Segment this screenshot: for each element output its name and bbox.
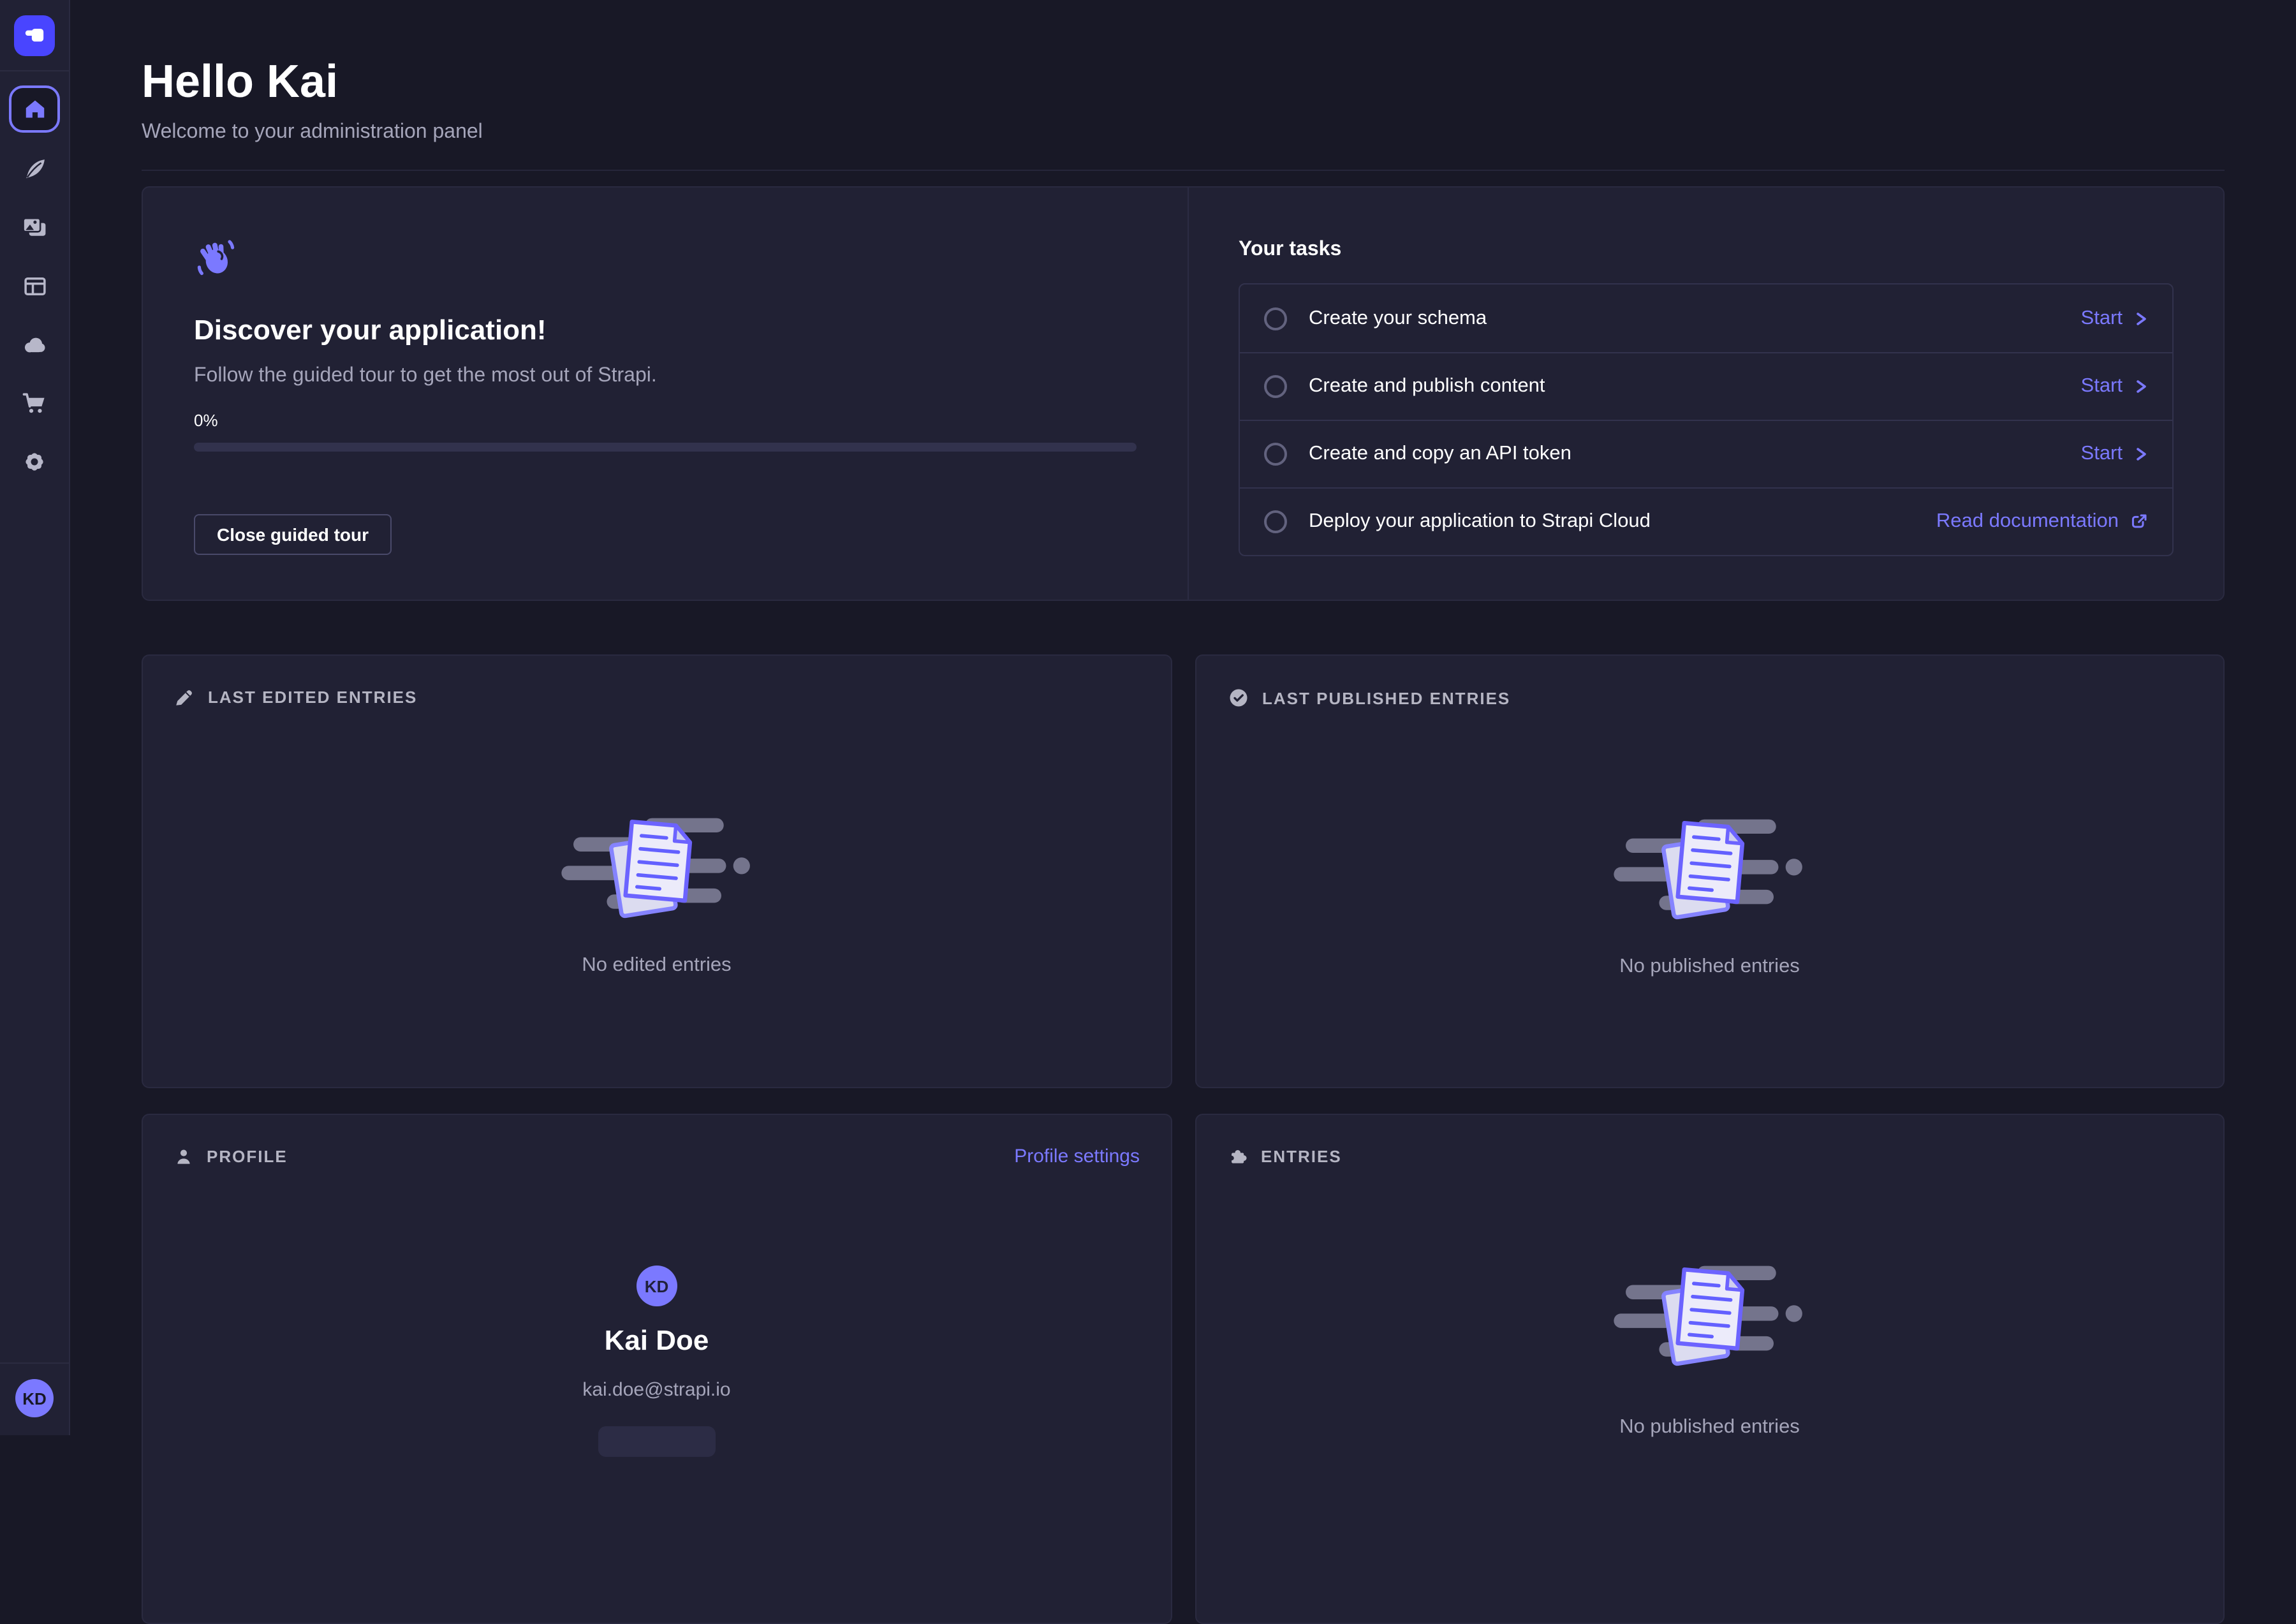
last-published-entries-widget: LAST PUBLISHED ENTRIES No published entr…	[1195, 654, 2225, 1088]
progress-bar	[194, 443, 1137, 452]
empty-documents-illustration	[561, 805, 753, 934]
task-row: Create and publish content Start	[1240, 352, 2172, 420]
task-label: Create and publish content	[1309, 375, 1545, 398]
home-icon	[22, 97, 47, 121]
empty-state-text: No edited entries	[582, 954, 731, 977]
puzzle-icon	[1226, 1146, 1248, 1167]
task-row: Deploy your application to Strapi Cloud …	[1240, 487, 2172, 555]
pencil-icon	[173, 686, 195, 708]
task-row: Create and copy an API token Start	[1240, 420, 2172, 487]
widget-title: LAST PUBLISHED ENTRIES	[1262, 688, 1510, 707]
sidebar-item-content-type-builder[interactable]	[20, 272, 48, 300]
strapi-logo-icon[interactable]	[14, 15, 55, 55]
empty-documents-illustration	[1614, 806, 1806, 935]
widget-title: ENTRIES	[1261, 1147, 1342, 1166]
guided-tour-subtitle: Follow the guided tour to get the most o…	[194, 364, 1137, 388]
logo-container	[0, 0, 69, 71]
chevron-right-icon	[2134, 311, 2148, 326]
widgets-row: PROFILE Profile settings KD Kai Doe kai.…	[142, 1114, 2225, 1624]
external-link-icon	[2130, 513, 2148, 531]
tasks-list: Create your schema Start Create and publ…	[1239, 283, 2174, 556]
waving-hand-icon	[194, 236, 237, 279]
cloud-icon	[20, 330, 48, 359]
page-header: Hello Kai Welcome to your administration…	[142, 0, 2225, 171]
main-content: Hello Kai Welcome to your administration…	[70, 0, 2296, 1435]
sidebar-item-cloud[interactable]	[20, 330, 48, 358]
sidebar-nav	[0, 71, 69, 476]
progress-label: 0%	[194, 411, 1137, 431]
feather-icon	[21, 155, 48, 182]
close-guided-tour-button[interactable]: Close guided tour	[194, 514, 392, 555]
images-icon	[20, 213, 48, 241]
empty-state-text: No published entries	[1619, 1416, 1800, 1439]
profile-role-badge	[598, 1426, 716, 1457]
chevron-right-icon	[2134, 379, 2148, 394]
guided-tour-pane: Discover your application! Follow the gu…	[143, 188, 1188, 600]
widget-title: PROFILE	[207, 1147, 288, 1166]
task-label: Create your schema	[1309, 307, 1487, 330]
your-tasks-pane: Your tasks Create your schema Start Crea…	[1188, 188, 2223, 600]
check-circle-icon	[1226, 686, 1249, 709]
tasks-title: Your tasks	[1239, 239, 2174, 262]
strapi-admin-dashboard: KD Hello Kai Welcome to your administrat…	[0, 0, 2296, 1435]
profile-name: Kai Doe	[605, 1324, 709, 1357]
gear-icon	[20, 448, 48, 476]
widgets-row: LAST EDITED ENTRIES No edited entries LA…	[142, 654, 2225, 1088]
sidebar-item-marketplace[interactable]	[20, 389, 48, 417]
sidebar: KD	[0, 0, 70, 1435]
task-status-circle-icon	[1264, 375, 1287, 398]
task-status-circle-icon	[1264, 307, 1287, 330]
page-title: Hello Kai	[142, 56, 2225, 107]
widget-title: LAST EDITED ENTRIES	[208, 688, 417, 707]
task-action-label: Start	[2081, 307, 2123, 330]
empty-documents-illustration	[1614, 1253, 1806, 1382]
task-row: Create your schema Start	[1240, 284, 2172, 352]
sidebar-item-home[interactable]	[9, 85, 60, 133]
cart-icon	[20, 389, 48, 417]
sidebar-item-content-manager[interactable]	[20, 154, 48, 182]
task-read-documentation-link[interactable]: Read documentation	[1936, 510, 2148, 533]
task-start-link[interactable]: Start	[2081, 443, 2148, 466]
task-action-label: Read documentation	[1936, 510, 2119, 533]
empty-state-text: No published entries	[1619, 956, 1800, 978]
task-label: Deploy your application to Strapi Cloud	[1309, 510, 1651, 533]
profile-widget: PROFILE Profile settings KD Kai Doe kai.…	[142, 1114, 1172, 1624]
sidebar-item-settings[interactable]	[20, 448, 48, 476]
profile-avatar: KD	[637, 1266, 677, 1306]
task-action-label: Start	[2081, 443, 2123, 466]
profile-settings-link[interactable]: Profile settings	[1014, 1146, 1140, 1167]
task-start-link[interactable]: Start	[2081, 375, 2148, 398]
profile-email: kai.doe@strapi.io	[582, 1379, 730, 1402]
guided-tour-title: Discover your application!	[194, 314, 1137, 347]
guided-tour-card: Discover your application! Follow the gu…	[142, 186, 2225, 601]
layout-icon	[21, 272, 48, 299]
task-action-label: Start	[2081, 375, 2123, 398]
task-label: Create and copy an API token	[1309, 443, 1571, 466]
task-status-circle-icon	[1264, 510, 1287, 533]
sidebar-divider	[0, 1362, 69, 1364]
user-avatar[interactable]: KD	[15, 1379, 54, 1417]
task-status-circle-icon	[1264, 443, 1287, 466]
task-start-link[interactable]: Start	[2081, 307, 2148, 330]
sidebar-item-media-library[interactable]	[20, 213, 48, 241]
last-edited-entries-widget: LAST EDITED ENTRIES No edited entries	[142, 654, 1172, 1088]
person-icon	[173, 1146, 194, 1167]
page-subtitle: Welcome to your administration panel	[142, 120, 2225, 145]
entries-widget: ENTRIES No published entries	[1195, 1114, 2225, 1624]
chevron-right-icon	[2134, 447, 2148, 462]
